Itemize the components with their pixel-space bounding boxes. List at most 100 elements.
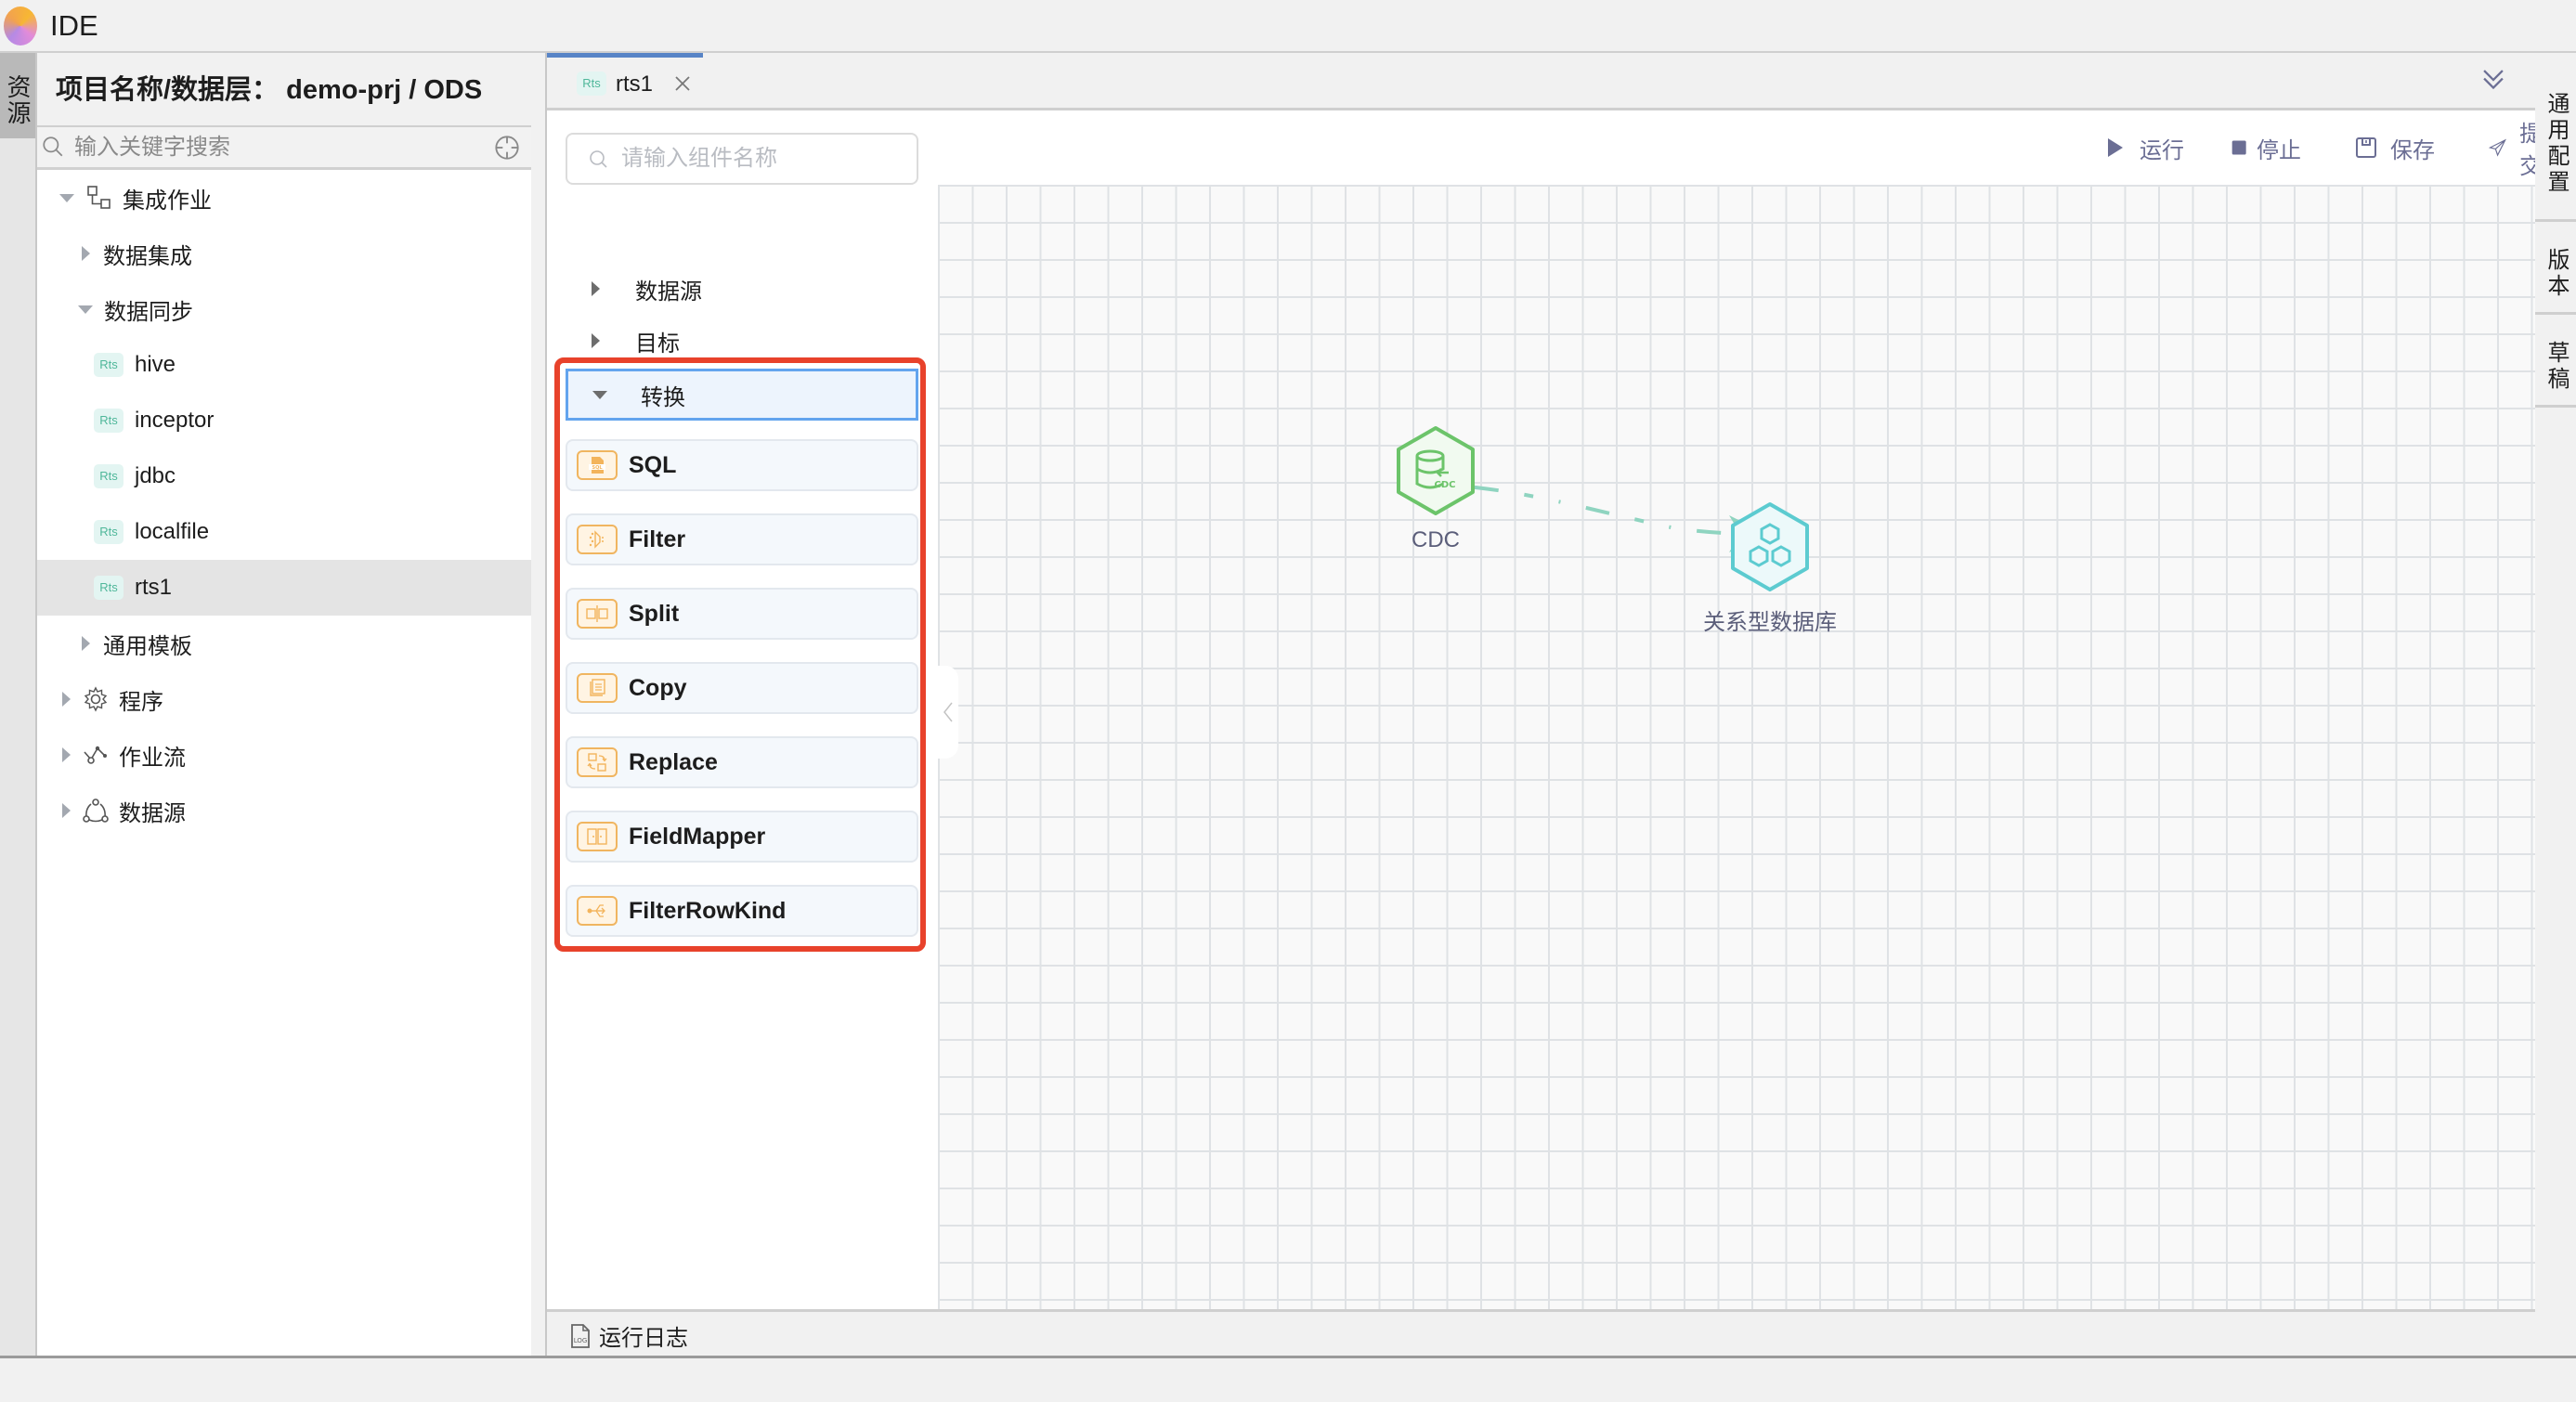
rts-badge-icon: Rts xyxy=(94,520,124,544)
palette-group-datasource[interactable]: 数据源 xyxy=(566,265,918,313)
tree-item-label: 程序 xyxy=(119,689,163,715)
tree-item-datasources[interactable]: 数据源 xyxy=(37,783,531,838)
caret-right-icon[interactable] xyxy=(592,281,600,296)
caret-down-icon[interactable] xyxy=(59,193,74,202)
tree-item-workflows[interactable]: 作业流 xyxy=(37,727,531,783)
filter-rowkind-icon xyxy=(577,896,618,926)
status-bar xyxy=(0,1356,2576,1402)
component-copy[interactable]: Copy xyxy=(566,662,918,714)
close-icon[interactable] xyxy=(670,71,696,97)
workflow-icon xyxy=(84,746,107,764)
caret-right-icon[interactable] xyxy=(82,246,90,261)
chevron-left-icon xyxy=(943,702,953,722)
log-file-icon: LOG xyxy=(571,1323,590,1348)
right-tab-strip: 通用配置 版本 草稿 xyxy=(2535,53,2576,1356)
component-replace[interactable]: Replace xyxy=(566,736,918,788)
sql-file-icon: SQL xyxy=(577,450,618,480)
editor-tab-bar: Rts rts1 xyxy=(547,53,2537,110)
component-filterrowkind[interactable]: FilterRowKind xyxy=(566,885,918,937)
tree-item-label: rts1 xyxy=(135,575,173,600)
rts-badge-icon: Rts xyxy=(94,464,124,488)
palette-collapse-handle[interactable] xyxy=(938,666,958,759)
tree-item-data-sync[interactable]: 数据同步 xyxy=(37,281,531,337)
save-button[interactable]: 保存 xyxy=(2355,131,2435,164)
tree-item-rts1[interactable]: Rts rts1 xyxy=(37,560,531,616)
app-title: IDE xyxy=(50,9,98,42)
canvas-node-cdc[interactable]: CDC CDC xyxy=(1393,424,1478,553)
tree-item-hive[interactable]: Rts hive xyxy=(37,337,531,393)
tree-search-bar xyxy=(37,127,531,170)
copy-icon xyxy=(577,673,618,703)
datasource-icon xyxy=(83,798,109,823)
search-icon xyxy=(590,150,607,168)
gear-icon xyxy=(84,686,108,712)
project-title: 项目名称/数据层： demo-prj / ODS xyxy=(56,75,483,105)
editor-area: Rts rts1 数据源 目标 转换 SQL SQL xyxy=(545,53,2542,1362)
component-search-box xyxy=(566,133,918,185)
tab-versions[interactable]: 版本 xyxy=(2535,222,2576,315)
stop-label: 停止 xyxy=(2257,137,2301,163)
save-icon xyxy=(2356,137,2376,158)
search-icon xyxy=(43,136,63,157)
tree-item-label: 数据源 xyxy=(119,800,186,826)
component-label: SQL xyxy=(629,451,677,478)
caret-down-icon[interactable] xyxy=(592,390,607,399)
component-label: Split xyxy=(629,600,680,627)
tree-search-input[interactable] xyxy=(74,131,483,164)
tree-item-label: 数据同步 xyxy=(104,299,193,325)
caret-right-icon[interactable] xyxy=(62,692,71,707)
component-split[interactable]: Split xyxy=(566,588,918,640)
locate-icon[interactable] xyxy=(494,135,520,161)
tree-item-label: 作业流 xyxy=(119,745,186,771)
component-search-input[interactable] xyxy=(621,142,900,175)
filter-icon xyxy=(577,525,618,554)
stop-button[interactable]: 停止 xyxy=(2231,131,2301,164)
component-label: FieldMapper xyxy=(629,823,766,850)
tree-item-label: localfile xyxy=(135,519,210,544)
cdc-database-icon: CDC xyxy=(1397,426,1475,515)
tree-item-data-integration[interactable]: 数据集成 xyxy=(37,226,531,281)
component-label: Filter xyxy=(629,526,686,552)
palette-group-label: 转换 xyxy=(641,384,685,410)
component-fieldmapper[interactable]: FieldMapper xyxy=(566,811,918,863)
canvas-toolbar: 运行 停止 保存 提交 xyxy=(938,110,2542,185)
canvas-node-relational-db[interactable]: 关系型数据库 xyxy=(1686,500,1854,636)
project-header: 项目名称/数据层： demo-prj / ODS xyxy=(37,53,531,127)
tree-item-localfile[interactable]: Rts localfile xyxy=(37,504,531,560)
component-label: Copy xyxy=(629,674,687,701)
tree-item-common-templates[interactable]: 通用模板 xyxy=(37,616,531,671)
component-sql[interactable]: SQL SQL xyxy=(566,439,918,491)
tree-item-jdbc[interactable]: Rts jdbc xyxy=(37,448,531,504)
component-palette: 数据源 目标 转换 SQL SQL Filter Split Copy xyxy=(547,110,938,1362)
svg-text:SQL: SQL xyxy=(592,465,603,471)
palette-group-transform[interactable]: 转换 xyxy=(566,369,918,421)
double-chevron-down-icon[interactable] xyxy=(2478,64,2509,96)
left-tab-strip: 资源 xyxy=(0,53,37,1356)
component-filter[interactable]: Filter xyxy=(566,513,918,565)
run-button[interactable]: 运行 xyxy=(2104,131,2184,164)
tree-item-label: hive xyxy=(135,352,176,377)
caret-down-icon[interactable] xyxy=(78,305,93,314)
palette-group-label: 目标 xyxy=(635,331,680,357)
tab-rts1[interactable]: Rts rts1 xyxy=(547,53,703,110)
send-icon xyxy=(2489,138,2507,157)
caret-right-icon[interactable] xyxy=(592,333,600,348)
caret-right-icon[interactable] xyxy=(82,636,90,651)
edge-cdc-to-rdb[interactable] xyxy=(938,185,2537,1309)
tree-item-integration-jobs[interactable]: 集成作业 xyxy=(37,170,531,226)
rts-badge-icon: Rts xyxy=(94,576,124,600)
caret-right-icon[interactable] xyxy=(62,747,71,762)
tab-general-config[interactable]: 通用配置 xyxy=(2535,64,2576,222)
tree-item-label: inceptor xyxy=(135,408,215,433)
flow-canvas[interactable]: CDC CDC 关系型数据库 xyxy=(938,185,2537,1309)
run-log-button[interactable]: LOG 运行日志 xyxy=(569,1319,688,1352)
tab-label: rts1 xyxy=(616,71,654,97)
caret-right-icon[interactable] xyxy=(62,803,71,818)
tab-drafts[interactable]: 草稿 xyxy=(2535,315,2576,408)
tab-resources[interactable]: 资源 xyxy=(0,53,35,138)
tree-item-programs[interactable]: 程序 xyxy=(37,671,531,727)
app-logo-icon xyxy=(4,6,37,45)
field-mapper-icon xyxy=(577,822,618,851)
tree-item-label: 数据集成 xyxy=(103,243,192,269)
tree-item-inceptor[interactable]: Rts inceptor xyxy=(37,393,531,448)
